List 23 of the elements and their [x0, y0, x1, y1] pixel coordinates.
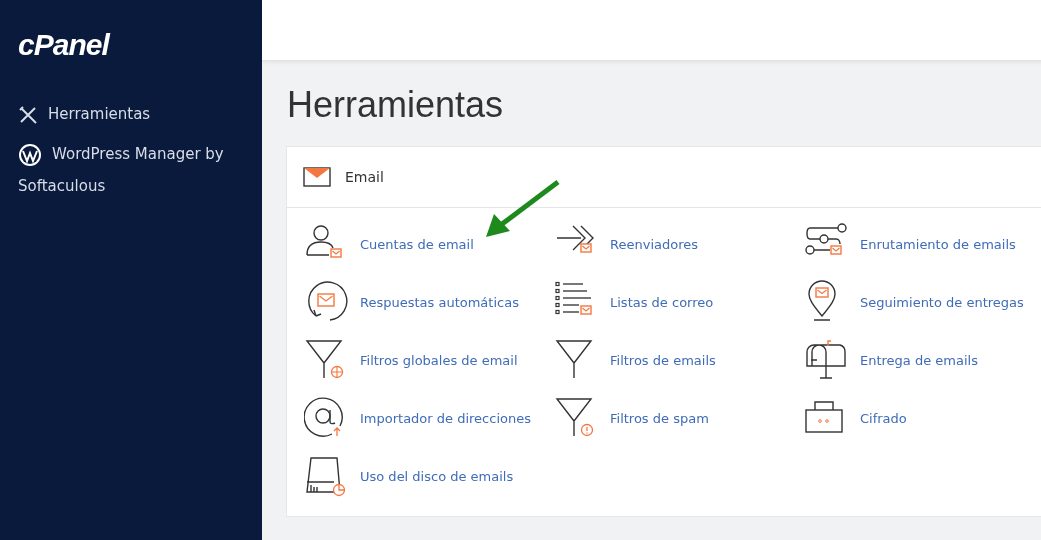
tool-link[interactable]: Importador de direcciones — [360, 410, 531, 426]
disk-chart-icon — [304, 454, 348, 498]
sidebar-item[interactable]: Herramientas — [18, 98, 244, 130]
tool-link[interactable]: Cuentas de email — [360, 236, 474, 252]
tool-link[interactable]: Uso del disco de emails — [360, 468, 514, 484]
tool-link[interactable]: Reenviadores — [610, 236, 698, 252]
envelope-icon — [303, 167, 331, 187]
panel-title: Email — [345, 169, 384, 185]
mailbox-icon — [804, 338, 848, 382]
tool-link[interactable]: Seguimiento de entregas — [860, 294, 1024, 310]
tool-link[interactable]: Cifrado — [860, 410, 907, 426]
tool-link[interactable]: Filtros de spam — [610, 410, 709, 426]
tool-link[interactable]: Filtros de emails — [610, 352, 716, 368]
cpanel-logo: cPanel — [18, 28, 109, 62]
tool-link[interactable]: Listas de correo — [610, 294, 714, 310]
tool-link[interactable]: Entrega de emails — [860, 352, 978, 368]
tool-link[interactable]: Respuestas automáticas — [360, 294, 519, 310]
sidebar-item[interactable]: WordPress Manager by Softaculous — [18, 138, 244, 202]
tool-link[interactable]: Filtros globales de email — [360, 352, 518, 368]
wordpress-icon — [18, 142, 42, 167]
page-title: Herramientas — [287, 84, 504, 126]
tools-icon — [18, 104, 38, 125]
tool-link[interactable]: Enrutamiento de emails — [860, 236, 1016, 252]
